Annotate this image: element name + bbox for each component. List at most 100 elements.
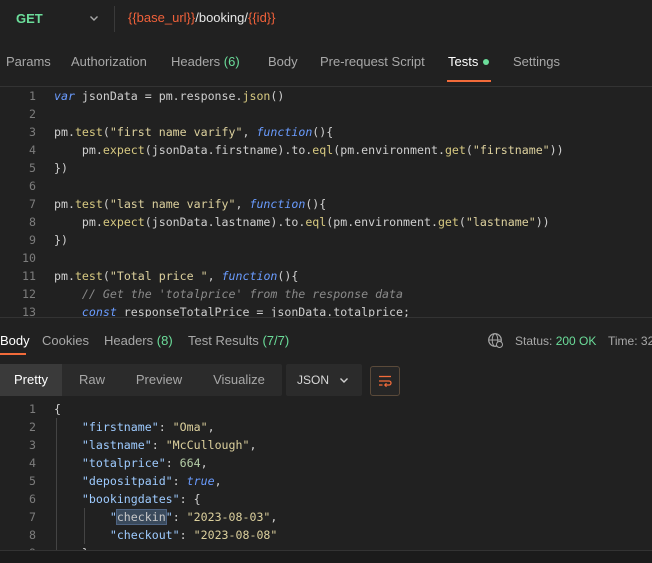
line-number: 3 [29, 438, 36, 452]
code-token: (pm.environment. [333, 143, 445, 157]
code-token: "depositpaid" [81, 474, 173, 488]
code-token: test [74, 197, 103, 211]
tab-prerequest-script[interactable]: Pre-request Script [320, 54, 425, 69]
response-time[interactable]: Time: 32 [608, 334, 652, 348]
code-token: var [54, 89, 75, 103]
code-token: { [54, 402, 61, 416]
wrap-lines-button[interactable] [370, 366, 400, 396]
code-token: : [172, 510, 187, 524]
request-tabs: Params Authorization Headers (6) Body Pr… [0, 44, 652, 80]
tab-headers[interactable]: Headers (6) [171, 54, 240, 69]
code-line: 13 const responseTotalPrice = jsonData.t… [0, 303, 652, 317]
code-line: 7 pm.test("last name varify", function(){ [0, 195, 652, 213]
code-token: , [207, 269, 222, 283]
tab-body[interactable]: Body [268, 54, 298, 69]
line-number: 3 [29, 125, 36, 139]
code-text: }) [54, 231, 68, 249]
code-token: function [221, 269, 278, 283]
code-text: { [54, 400, 61, 418]
code-token: : [151, 438, 166, 452]
code-token: , [270, 510, 278, 524]
code-token: eql [312, 143, 334, 157]
code-line: 4 "totalprice": 664, [0, 454, 652, 472]
code-line: 5}) [0, 159, 652, 177]
code-token: function [256, 125, 313, 139]
code-token: "first name varify" [109, 125, 243, 139]
code-line: 12 // Get the 'totalprice' from the resp… [0, 285, 652, 303]
tab-tests-label: Tests [448, 54, 479, 69]
line-number: 7 [29, 510, 36, 524]
code-token: get [444, 143, 466, 157]
format-select[interactable]: JSON [286, 364, 362, 396]
code-text: pm.expect(jsonData.lastname).to.eql(pm.e… [54, 213, 550, 231]
code-line: 1 var jsonData = pm.response.json() [0, 87, 652, 105]
code-token: : [172, 474, 187, 488]
tab-params[interactable]: Params [6, 54, 51, 69]
code-token: function [249, 197, 306, 211]
code-token: "last name varify" [109, 197, 236, 211]
code-token: "firstname" [81, 420, 159, 434]
line-number: 8 [29, 215, 36, 229]
response-tab-headers[interactable]: Headers (8) [104, 333, 173, 348]
tab-authorization[interactable]: Authorization [71, 54, 147, 69]
line-number: 9 [29, 233, 36, 247]
code-token: )) [535, 215, 550, 229]
response-tab-body[interactable]: Body [0, 333, 30, 348]
code-text: // Get the 'totalprice' from the respons… [54, 285, 403, 303]
code-text: "checkin": "2023-08-03", [54, 508, 277, 526]
code-token: json [242, 89, 271, 103]
code-token: "firstname" [472, 143, 550, 157]
code-token: ( [465, 143, 473, 157]
response-tab-test-results[interactable]: Test Results (7/7) [188, 333, 289, 348]
code-token: pm. [54, 125, 75, 139]
url-variable: {{base_url}} [128, 10, 196, 25]
tab-tests[interactable]: Tests [448, 54, 490, 69]
line-number: 1 [29, 89, 36, 103]
chevron-down-icon [340, 378, 348, 383]
code-line: 10 [0, 249, 652, 267]
code-token: "lastname" [465, 215, 536, 229]
code-line: 2 "firstname": "Oma", [0, 418, 652, 436]
code-token: (){ [277, 269, 299, 283]
preview-button[interactable]: Preview [122, 364, 196, 396]
code-text: pm.test("first name varify", function(){ [54, 123, 333, 141]
divider [0, 317, 652, 318]
code-token: }) [54, 233, 68, 247]
test-script-editor[interactable]: 1 var jsonData = pm.response.json() 2 3 pm.t… [0, 87, 652, 317]
code-line: 2 [0, 105, 652, 123]
code-text: "checkout": "2023-08-08" [54, 526, 278, 544]
code-line: 6 [0, 177, 652, 195]
code-token: ( [102, 197, 110, 211]
tab-settings[interactable]: Settings [513, 54, 560, 69]
code-token: "McCullough" [165, 438, 250, 452]
response-body-viewer[interactable]: 1{2 "firstname": "Oma", 3 "lastname": "Mc… [0, 400, 652, 550]
tests-active-dot [483, 59, 490, 65]
method-select[interactable]: GET [4, 5, 108, 33]
code-token: "Oma" [172, 420, 208, 434]
code-token: 664 [179, 456, 201, 470]
active-tab-indicator [0, 353, 26, 355]
code-text: var jsonData = pm.response.json() [54, 87, 284, 105]
code-token: expect [102, 215, 145, 229]
chevron-down-icon [90, 16, 98, 21]
code-token: ( [458, 215, 466, 229]
code-token: "bookingdates" [81, 492, 180, 506]
url-input[interactable]: {{base_url}}/booking/{{id}} [128, 10, 276, 28]
code-token: , [235, 197, 250, 211]
code-line: 3 "lastname": "McCullough", [0, 436, 652, 454]
url-divider [114, 6, 115, 32]
code-text: "totalprice": 664, [54, 454, 208, 472]
code-token: eql [305, 215, 327, 229]
url-bar: GET {{base_url}}/booking/{{id}} [0, 0, 652, 38]
raw-button[interactable]: Raw [62, 364, 122, 396]
globe-icon[interactable] [487, 332, 503, 348]
pretty-button[interactable]: Pretty [0, 364, 62, 396]
code-token: // Get the 'totalprice' from the respons… [54, 287, 404, 301]
visualize-button[interactable]: Visualize [196, 364, 282, 396]
response-tab-cookies[interactable]: Cookies [42, 333, 89, 348]
status-indicator[interactable]: Status: 200 OK [515, 334, 596, 348]
wrap-lines-icon [379, 375, 392, 388]
code-token: , [242, 125, 257, 139]
